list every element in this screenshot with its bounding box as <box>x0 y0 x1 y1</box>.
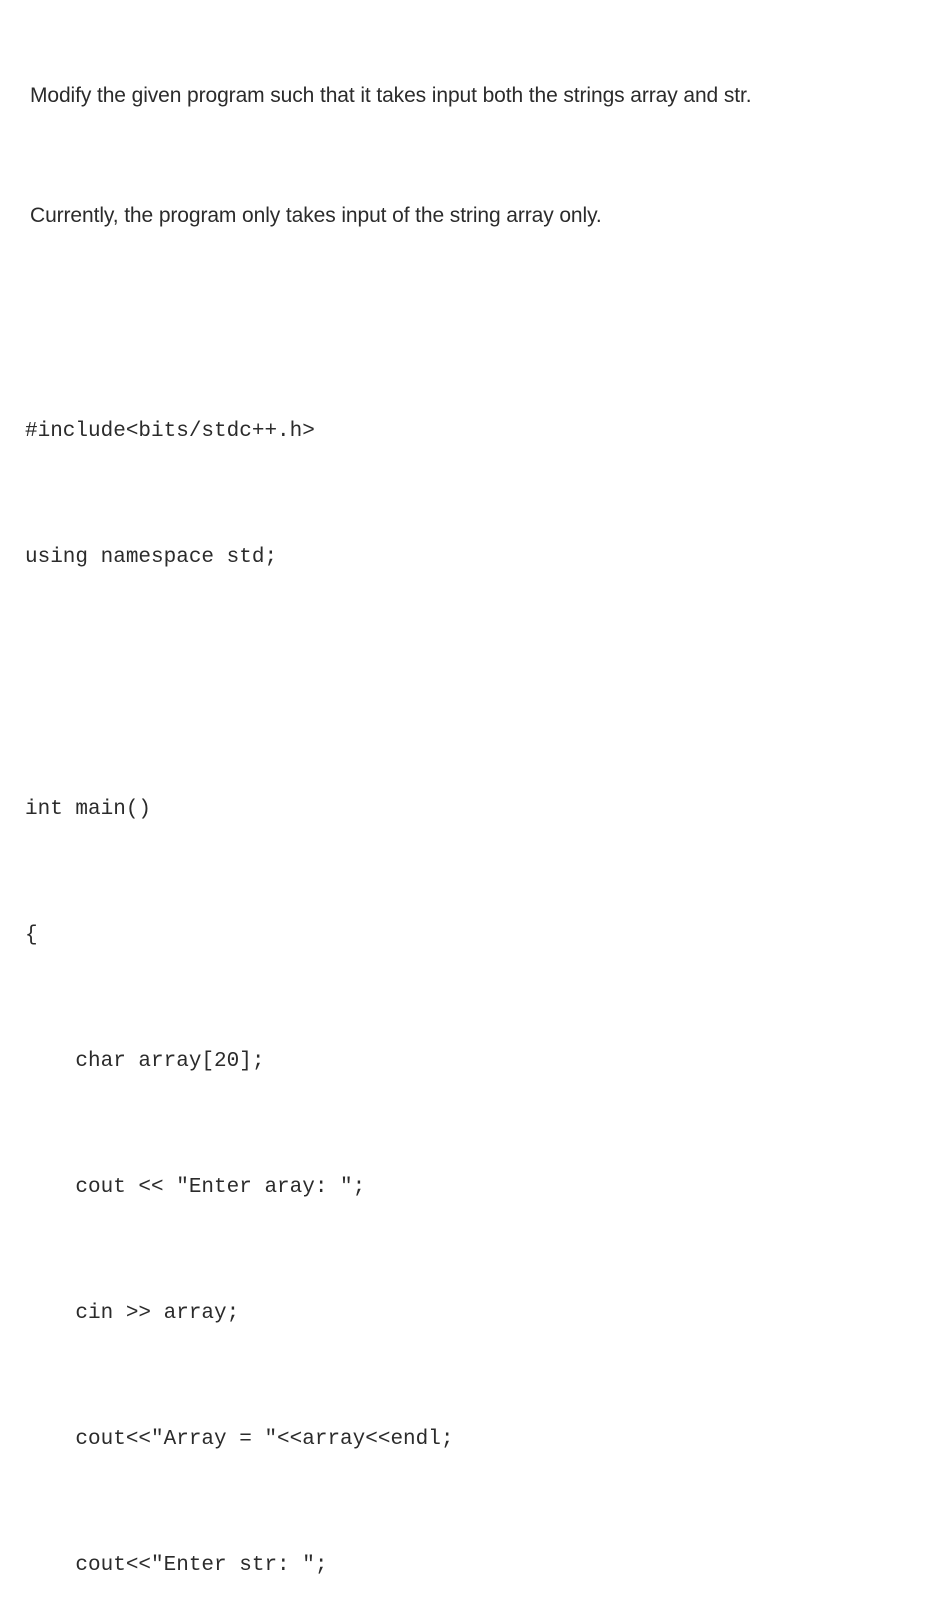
prose-line-1: Modify the given program such that it ta… <box>30 84 752 107</box>
code-line-1: #include<bits/stdc++.h> <box>25 420 315 443</box>
code-line-2: using namespace std; <box>25 546 278 569</box>
code-line-9: cout<<"Array = "<<array<<endl; <box>25 1428 454 1451</box>
code-block: #include<bits/stdc++.h> using namespace … <box>25 327 938 1608</box>
question-prose: Modify the given program such that it ta… <box>30 26 938 286</box>
code-line-8: cin >> array; <box>25 1302 240 1325</box>
code-line-5: { <box>25 924 38 947</box>
code-line-4: int main() <box>25 798 152 821</box>
code-line-6: char array[20]; <box>25 1050 265 1073</box>
code-line-7: cout << "Enter aray: "; <box>25 1176 366 1199</box>
code-line-10: cout<<"Enter str: "; <box>25 1554 328 1577</box>
prose-line-2: Currently, the program only takes input … <box>30 204 602 227</box>
document-page: Modify the given program such that it ta… <box>0 0 952 1577</box>
